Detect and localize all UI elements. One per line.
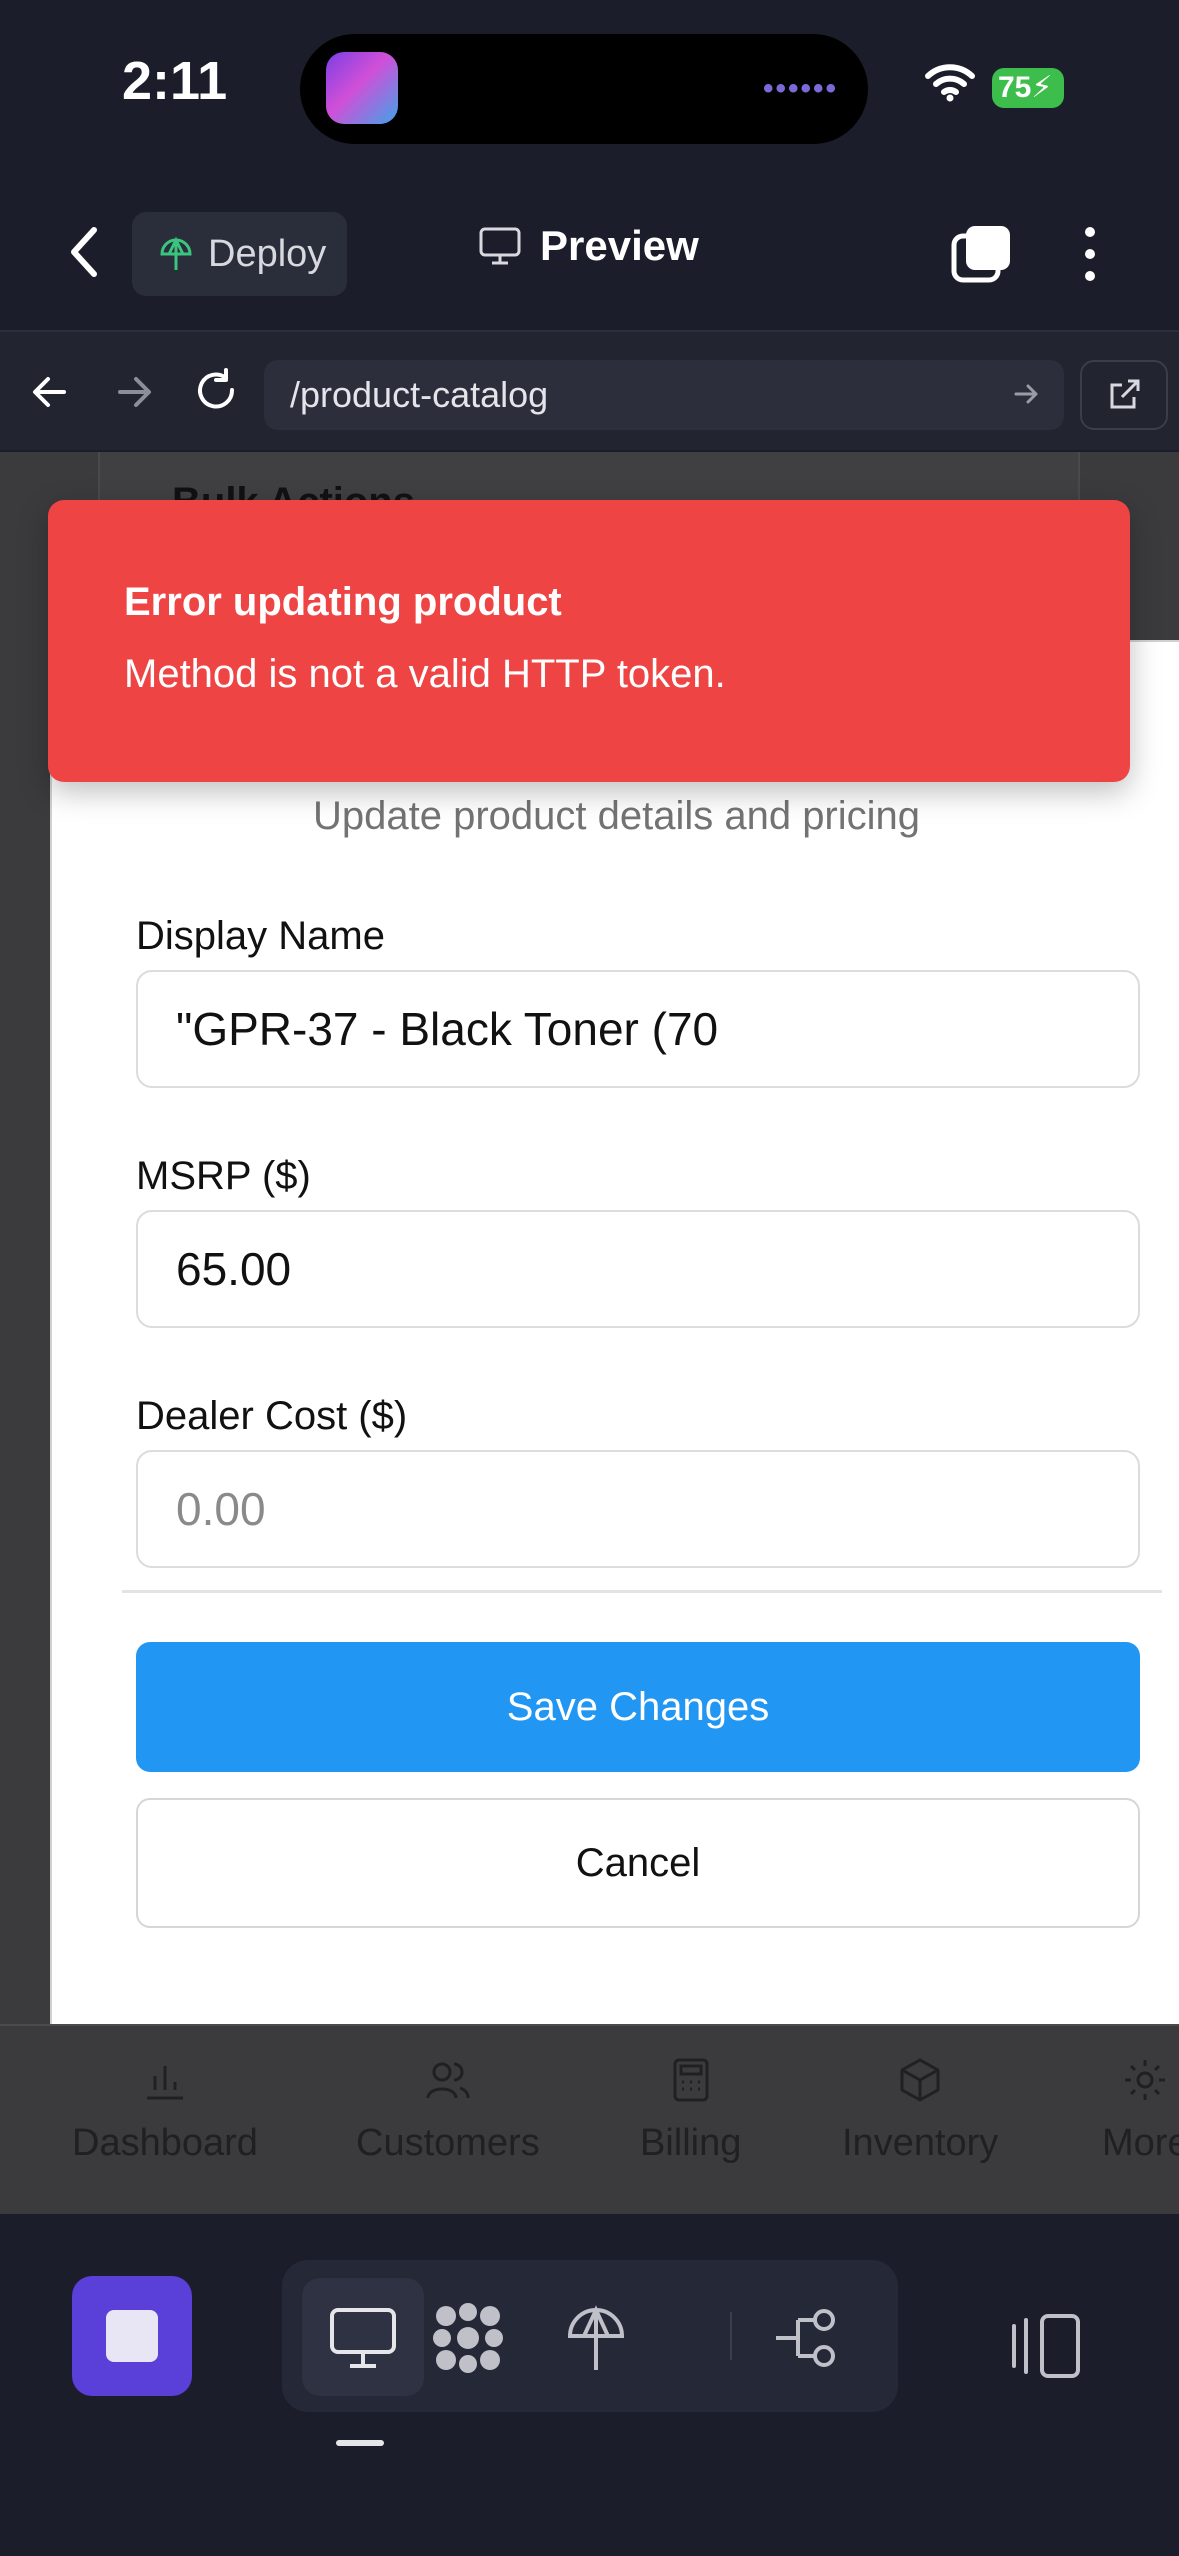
url-text: /product-catalog: [290, 374, 549, 415]
edit-product-modal: Update product details and pricing Displ…: [50, 640, 1179, 2026]
wifi-icon: [925, 64, 975, 102]
nav-label: Customers: [356, 2122, 540, 2164]
bar-chart-icon: [146, 2066, 183, 2100]
dynamic-island: ••••••: [300, 34, 868, 144]
monitor-icon: [479, 227, 521, 265]
msrp-label: MSRP ($): [136, 1154, 311, 1198]
deploy-tool[interactable]: [556, 2298, 636, 2378]
battery-level: 75: [998, 71, 1032, 104]
display-name-field[interactable]: "GPR-37 - Black Toner (70: [136, 970, 1140, 1088]
nav-billing[interactable]: Billing: [640, 2056, 741, 2165]
browser-back-icon[interactable]: [24, 366, 76, 418]
monitor-icon: [330, 2308, 396, 2368]
nav-label: Dashboard: [72, 2122, 258, 2164]
dealer-cost-field[interactable]: 0.00: [136, 1450, 1140, 1568]
save-changes-button[interactable]: Save Changes: [136, 1642, 1140, 1772]
battery-indicator: 75⚡: [992, 68, 1064, 108]
deploy-label: Deploy: [208, 232, 327, 275]
display-name-label: Display Name: [136, 914, 385, 958]
tool-group: [282, 2260, 898, 2412]
app-bottom-nav: Dashboard Customers Billing Inventory Mo…: [0, 2024, 1179, 2214]
nav-label: Billing: [640, 2122, 742, 2164]
editor-dock: [0, 2214, 1179, 2556]
error-toast[interactable]: Error updating product Method is not a v…: [48, 500, 1130, 782]
app-thumbnail-icon: [326, 52, 398, 124]
preview-tab[interactable]: Preview: [478, 222, 699, 270]
browser-bar: /product-catalog: [0, 330, 1179, 450]
box-icon: [900, 2058, 940, 2102]
dealer-cost-label: Dealer Cost ($): [136, 1394, 408, 1438]
deploy-icon: [160, 236, 192, 270]
active-tab-indicator: [336, 2440, 384, 2446]
deploy-icon: [567, 2305, 625, 2370]
nav-customers[interactable]: Customers: [356, 2056, 540, 2165]
back-chevron-icon[interactable]: [60, 222, 110, 282]
status-time: 2:11: [122, 51, 228, 111]
users-icon: [426, 2062, 470, 2099]
toast-message: Method is not a valid HTTP token.: [124, 652, 726, 696]
modal-subtitle: Update product details and pricing: [312, 794, 921, 838]
gear-icon: [1125, 2060, 1166, 2100]
dots-grid-icon: [433, 2303, 503, 2373]
nav-label: Inventory: [842, 2122, 999, 2164]
stop-icon: [106, 2310, 158, 2362]
cancel-button[interactable]: Cancel: [136, 1798, 1140, 1928]
msrp-field[interactable]: 65.00: [136, 1210, 1140, 1328]
stop-button[interactable]: [72, 2276, 192, 2396]
preview-label: Preview: [540, 222, 699, 269]
workflow-icon: [776, 2309, 835, 2367]
nav-more[interactable]: More: [1102, 2056, 1179, 2165]
toast-title: Error updating product: [124, 580, 562, 624]
activity-dots-icon: ••••••: [762, 72, 838, 105]
more-vertical-icon[interactable]: [1070, 222, 1110, 286]
go-arrow-icon[interactable]: [1008, 376, 1044, 412]
reload-icon[interactable]: [190, 366, 242, 418]
preview-tool[interactable]: [323, 2298, 403, 2378]
browser-forward-icon[interactable]: [108, 366, 160, 418]
side-panel-icon[interactable]: [1006, 2306, 1086, 2386]
workflow-tool[interactable]: [768, 2298, 848, 2378]
tool-separator: [730, 2312, 732, 2360]
tabs-icon[interactable]: [950, 222, 1014, 286]
calculator-icon: [673, 2058, 709, 2102]
open-external-button[interactable]: [1080, 360, 1168, 430]
external-link-icon: [1110, 379, 1140, 409]
nav-inventory[interactable]: Inventory: [842, 2056, 998, 2165]
nav-label: More: [1102, 2122, 1179, 2164]
deploy-button[interactable]: Deploy: [132, 212, 347, 296]
modal-divider: [122, 1590, 1162, 1593]
url-field[interactable]: /product-catalog: [264, 360, 1064, 430]
nav-dashboard[interactable]: Dashboard: [72, 2056, 258, 2165]
plugins-tool[interactable]: [428, 2298, 508, 2378]
